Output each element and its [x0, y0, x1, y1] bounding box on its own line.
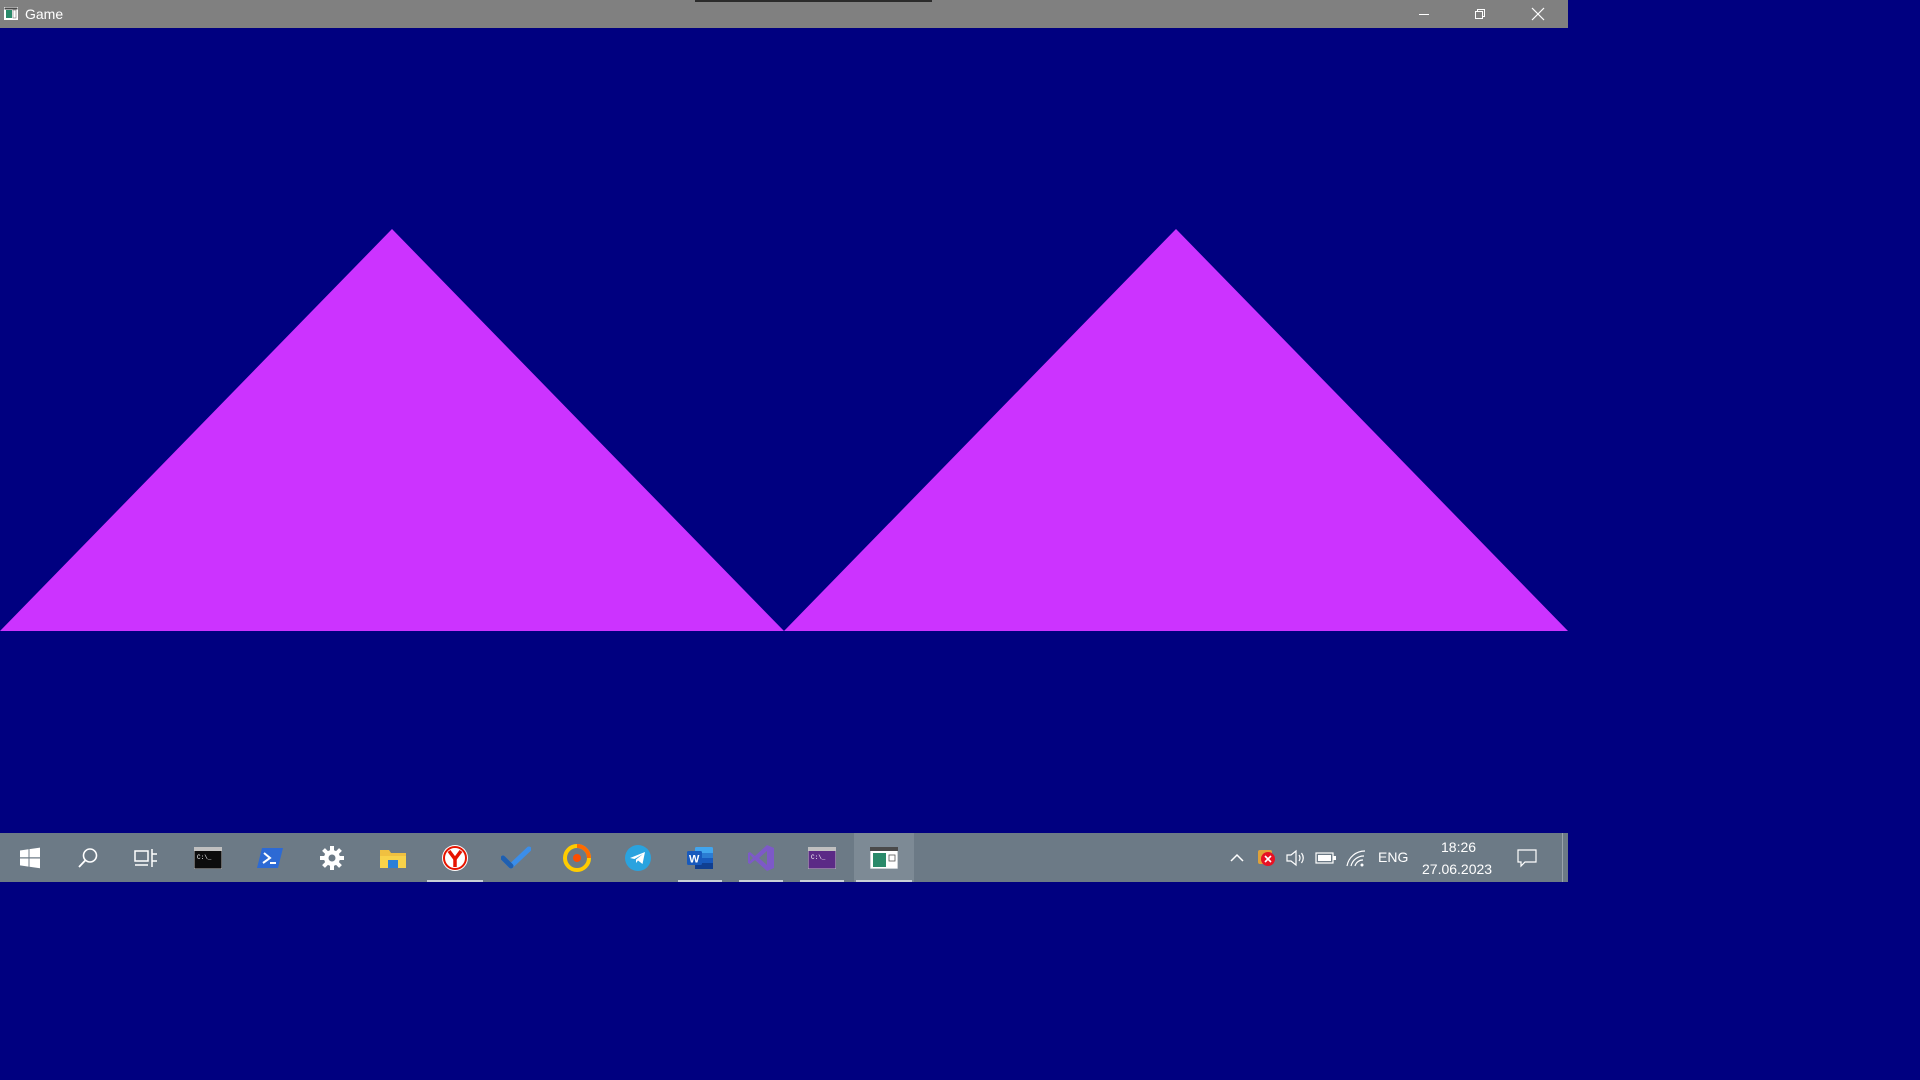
close-button[interactable]: [1510, 0, 1566, 28]
music-app-icon: [563, 843, 591, 872]
taskbar-word[interactable]: W: [670, 833, 730, 882]
command-prompt-icon: C:\_: [194, 846, 222, 869]
yandex-browser-icon: [442, 844, 468, 871]
start-button[interactable]: [0, 833, 60, 882]
task-view-icon: [134, 848, 157, 867]
taskbar-cmd[interactable]: C:\_: [178, 833, 238, 882]
search-icon: [78, 847, 98, 868]
gear-icon: [320, 845, 344, 870]
console-window-icon: C:\_: [808, 846, 836, 869]
taskbar: C:\_ W C:\_ ENG 18:26 27.06.2023: [0, 833, 1568, 882]
taskbar-console[interactable]: C:\_: [792, 833, 852, 882]
taskbar-music[interactable]: [547, 833, 607, 882]
checkmark-icon: [501, 846, 531, 868]
clock-date[interactable]: 27.06.2023: [1422, 861, 1492, 877]
wifi-icon: [1346, 850, 1366, 867]
windows-logo-icon: [20, 847, 40, 868]
battery-button[interactable]: [1315, 847, 1337, 869]
left-triangle: [0, 229, 784, 631]
powershell-icon: [257, 847, 283, 868]
notification-icon: [1517, 849, 1537, 868]
word-icon: W: [687, 846, 713, 869]
taskbar-todo[interactable]: [486, 833, 546, 882]
action-center-button[interactable]: [1516, 847, 1538, 869]
taskbar-yandex[interactable]: [425, 833, 485, 882]
taskbar-game[interactable]: [854, 833, 914, 882]
window-titlebar[interactable]: Game: [0, 0, 1568, 28]
battery-icon: [1315, 852, 1336, 864]
tray-app-error[interactable]: [1256, 847, 1278, 869]
svg-text:W: W: [689, 853, 700, 865]
restore-icon: [1475, 9, 1485, 19]
svg-text:C:\_: C:\_: [811, 854, 826, 861]
volume-button[interactable]: [1285, 847, 1307, 869]
restore-button[interactable]: [1452, 0, 1508, 28]
search-button[interactable]: [58, 833, 118, 882]
window-title: Game: [25, 6, 64, 22]
folder-icon: [380, 849, 406, 868]
speaker-icon: [1286, 849, 1304, 867]
taskbar-file-explorer[interactable]: [363, 833, 423, 882]
minimize-icon: [1419, 14, 1429, 15]
svg-text:C:\_: C:\_: [197, 854, 212, 861]
taskbar-visual-studio[interactable]: [731, 833, 791, 882]
taskbar-powershell[interactable]: [240, 833, 300, 882]
clock-time[interactable]: 18:26: [1441, 839, 1476, 855]
app-window-icon: [4, 7, 18, 20]
right-triangle: [784, 229, 1568, 631]
taskbar-settings[interactable]: [302, 833, 362, 882]
error-badge-icon: [1258, 850, 1275, 866]
visual-studio-icon: [748, 844, 774, 871]
network-button[interactable]: [1345, 847, 1367, 869]
close-icon: [1531, 7, 1545, 21]
game-window-icon: [870, 846, 898, 869]
show-hidden-icons-button[interactable]: [1226, 847, 1248, 869]
snap-indicator: [695, 0, 932, 2]
minimize-button[interactable]: [1396, 0, 1452, 28]
show-desktop-button[interactable]: [1562, 833, 1563, 882]
input-language-indicator[interactable]: ENG: [1378, 849, 1408, 865]
game-canvas[interactable]: [0, 28, 1568, 833]
chevron-up-icon: [1230, 853, 1244, 862]
task-view-button[interactable]: [116, 833, 176, 882]
taskbar-telegram[interactable]: [608, 833, 668, 882]
telegram-icon: [625, 844, 651, 871]
